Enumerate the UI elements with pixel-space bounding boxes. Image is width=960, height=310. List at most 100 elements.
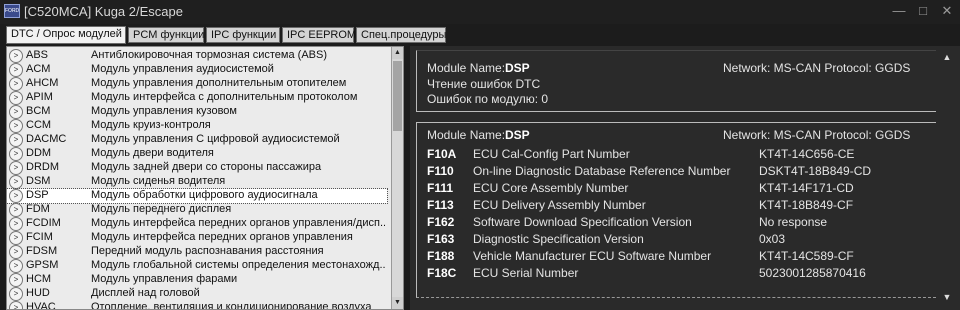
scroll-up-button[interactable]: ▲ <box>940 50 954 64</box>
chevron-right-icon[interactable]: > <box>9 133 23 147</box>
module-list-scrollbar[interactable]: ▲ ▼ <box>391 47 403 309</box>
module-description: Передний модуль распознавания расстояния <box>91 245 324 257</box>
module-row-acm[interactable]: > ACM Модуль управления аудиосистемой <box>7 63 387 77</box>
module-description: Модуль управления кузовом <box>91 105 237 117</box>
scroll-thumb[interactable] <box>393 61 402 131</box>
chevron-right-icon[interactable]: > <box>9 119 23 133</box>
module-row-dacmc[interactable]: > DACMC Модуль управления С цифровой аудио… <box>7 133 387 147</box>
tab-special-procedures[interactable]: Спец.процедуры <box>356 27 446 43</box>
module-row-bcm[interactable]: > BCM Модуль управления кузовом <box>7 105 387 119</box>
details-panel: Module Name: DSP Network: MS-CAN Protoco… <box>410 46 960 310</box>
did-value: No response <box>759 215 828 229</box>
window-title: [C520MCA] Kuga 2/Escape <box>24 4 183 19</box>
chevron-right-icon[interactable]: > <box>9 287 23 301</box>
module-row-dsm[interactable]: > DSM Модуль сиденья водителя <box>7 175 387 189</box>
dtc-result-box: Module Name: DSP Network: MS-CAN Protoco… <box>416 50 936 112</box>
did-description: ECU Serial Number <box>473 266 579 280</box>
chevron-right-icon[interactable]: > <box>9 63 23 77</box>
app-icon: FORD <box>4 4 20 18</box>
did-value: KT4T-14C589-CF <box>759 249 854 263</box>
module-row-ccm[interactable]: > CCM Модуль круиз-контроля <box>7 119 387 133</box>
tab-dtc[interactable]: DTC / Опрос модулей <box>6 26 126 44</box>
chevron-right-icon[interactable]: > <box>9 217 23 231</box>
scroll-down-button[interactable]: ▼ <box>940 290 954 304</box>
tab-pcm[interactable]: PCM функции <box>128 27 204 43</box>
module-description: Модуль управления С цифровой аудиосистем… <box>91 133 340 145</box>
module-row-gpsm[interactable]: > GPSM Модуль глобальной системы определен… <box>7 259 387 273</box>
did-description: Software Download Specification Version <box>473 215 692 229</box>
module-code: GPSM <box>26 259 59 271</box>
module-code: BCM <box>26 105 51 117</box>
module-code: CCM <box>26 119 52 131</box>
module-code: ACM <box>26 63 51 75</box>
chevron-right-icon[interactable]: > <box>9 91 23 105</box>
module-name-value: DSP <box>505 61 530 75</box>
chevron-right-icon[interactable]: > <box>9 49 23 63</box>
did-value: DSKT4T-18B849-CD <box>759 164 872 178</box>
tab-ipc-eeprom[interactable]: IPC EEPROM <box>282 27 356 43</box>
maximize-button[interactable]: □ <box>914 2 932 20</box>
tab-bar: DTC / Опрос модулей PCM функции IPC функ… <box>0 26 960 44</box>
module-row-ahcm[interactable]: > AHCM Модуль управления дополнительным от… <box>7 77 387 91</box>
module-code: DDM <box>26 147 52 159</box>
module-row-hud[interactable]: > HUD Дисплей над головой <box>7 287 387 301</box>
scroll-up-button[interactable]: ▲ <box>392 47 403 59</box>
module-description: Антиблокировочная тормозная система (ABS… <box>91 49 327 61</box>
module-code: ABS <box>26 49 49 61</box>
module-row-fdm[interactable]: > FDM Модуль переднего дисплея <box>7 203 387 217</box>
did-code: F111 <box>427 181 454 195</box>
module-description: Модуль двери водителя <box>91 147 214 159</box>
module-description: Дисплей над головой <box>91 287 200 299</box>
module-row-fcim[interactable]: > FCIM Модуль интерфейса передних органов … <box>7 231 387 245</box>
module-description: Модуль круиз-контроля <box>91 119 211 131</box>
module-row-ddm[interactable]: > DDM Модуль двери водителя <box>7 147 387 161</box>
module-row-hcm[interactable]: > HCM Модуль управления фарами <box>7 273 387 287</box>
module-row-abs[interactable]: > ABS Антиблокировочная тормозная система … <box>7 49 387 63</box>
chevron-right-icon[interactable]: > <box>9 203 23 217</box>
module-description: Модуль интерфейса передних органов управ… <box>91 231 353 243</box>
chevron-right-icon[interactable]: > <box>9 231 23 245</box>
did-value: 0x03 <box>759 232 786 246</box>
chevron-right-icon[interactable]: > <box>9 273 23 287</box>
scroll-down-button[interactable]: ▼ <box>392 297 403 309</box>
chevron-right-icon[interactable]: > <box>9 147 23 161</box>
did-code: F10A <box>427 147 457 161</box>
module-description: Модуль сиденья водителя <box>91 175 226 187</box>
module-row-fcdim[interactable]: > FCDIM Модуль интерфейса передних органов… <box>7 217 387 231</box>
did-code: F110 <box>427 164 454 178</box>
chevron-right-icon[interactable]: > <box>9 105 23 119</box>
module-row-hvac[interactable]: > HVAC Отопление, вентиляция и кондиционир… <box>7 301 387 309</box>
did-code: F163 <box>427 232 455 246</box>
did-description: On-line Diagnostic Database Reference Nu… <box>473 164 731 178</box>
module-description: Модуль интерфейса передних органов управ… <box>91 217 385 229</box>
module-row-fdsm[interactable]: > FDSM Передний модуль распознавания расст… <box>7 245 387 259</box>
title-bar: FORD [C520MCA] Kuga 2/Escape — □ ✕ <box>0 0 960 24</box>
module-row-dsp[interactable]: > DSP Модуль обработки цифрового аудиосигн… <box>7 188 388 204</box>
module-code: DRDM <box>26 161 59 173</box>
did-description: ECU Core Assembly Number <box>473 181 629 195</box>
module-code: FCIM <box>26 231 53 243</box>
minimize-button[interactable]: — <box>890 2 908 20</box>
module-info-box: Module Name: DSP Network: MS-CAN Protoco… <box>416 122 936 298</box>
chevron-right-icon[interactable]: > <box>9 77 23 91</box>
module-code: FDSM <box>26 245 58 257</box>
module-description: Модуль обработки цифрового аудиосигнала <box>91 189 318 201</box>
module-code: DACMC <box>26 133 67 145</box>
did-code: F188 <box>427 249 455 263</box>
did-value: 5023001285870416 <box>759 266 866 280</box>
module-description: Модуль задней двери со стороны пассажира <box>91 161 322 173</box>
module-code: FDM <box>26 203 50 215</box>
module-row-apim[interactable]: > APIM Модуль интерфейса с дополнительным … <box>7 91 387 105</box>
details-scrollbar[interactable]: ▲ ▼ <box>938 46 956 308</box>
chevron-right-icon[interactable]: > <box>9 175 23 189</box>
chevron-right-icon[interactable]: > <box>9 189 23 203</box>
chevron-right-icon[interactable]: > <box>9 301 23 309</box>
chevron-right-icon[interactable]: > <box>9 161 23 175</box>
close-button[interactable]: ✕ <box>938 2 956 20</box>
module-code: DSP <box>26 189 49 201</box>
module-row-drdm[interactable]: > DRDM Модуль задней двери со стороны пасс… <box>7 161 387 175</box>
module-list: > ABS Антиблокировочная тормозная система … <box>6 46 404 310</box>
chevron-right-icon[interactable]: > <box>9 259 23 273</box>
chevron-right-icon[interactable]: > <box>9 245 23 259</box>
tab-ipc[interactable]: IPC функции <box>206 27 280 43</box>
